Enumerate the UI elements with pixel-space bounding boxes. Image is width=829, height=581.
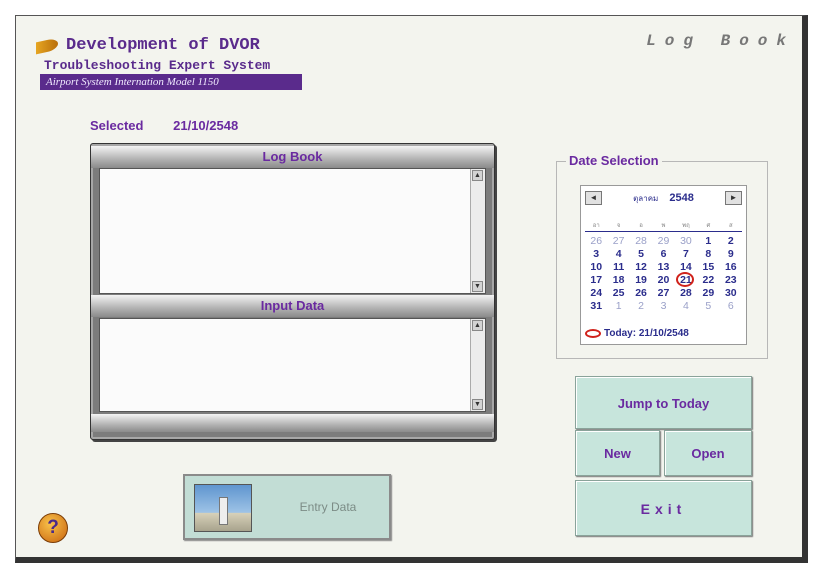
month-year-label: ตุลาคม 2548 [633, 192, 694, 205]
calendar-day[interactable]: 6 [720, 300, 742, 313]
calendar-day[interactable]: 15 [697, 261, 719, 274]
calendar-day[interactable]: 28 [630, 235, 652, 248]
calendar-day[interactable]: 31 [585, 300, 607, 313]
today-marker-icon [585, 329, 601, 338]
calendar-day[interactable]: 13 [652, 261, 674, 274]
calendar-day[interactable]: 19 [630, 274, 652, 287]
calendar-day[interactable]: 3 [585, 248, 607, 261]
date-selection-legend: Date Selection [566, 153, 662, 168]
calendar-day[interactable]: 18 [607, 274, 629, 287]
month-name: ตุลาคม [633, 193, 659, 203]
panel-footer-bar [91, 414, 494, 432]
calendar-day[interactable]: 2 [720, 235, 742, 248]
weekday-label: จ [616, 223, 621, 229]
calendar-day[interactable]: 22 [697, 274, 719, 287]
calendar-day[interactable]: 7 [675, 248, 697, 261]
calendar-day[interactable]: 21 [675, 272, 697, 287]
scroll-down-arrow-icon[interactable]: ▼ [472, 399, 483, 410]
weekday-label: ส [728, 223, 733, 229]
calendar-day[interactable]: 26 [585, 235, 607, 248]
weekday-header: อา จ อ พ พฤ ศ ส [585, 222, 742, 232]
scroll-up-arrow-icon[interactable]: ▲ [472, 320, 483, 331]
calendar-day[interactable]: 6 [652, 248, 674, 261]
log-panel: Log Book ▲ ▼ Input Data ▲ ▼ [90, 143, 495, 440]
help-icon[interactable]: ? [38, 513, 68, 543]
calendar-day[interactable]: 16 [720, 261, 742, 274]
calendar-day[interactable]: 23 [720, 274, 742, 287]
input-data-textarea[interactable]: ▲ ▼ [99, 318, 486, 412]
calendar-day[interactable]: 25 [607, 287, 629, 300]
calendar-day[interactable]: 4 [675, 300, 697, 313]
calendar-day[interactable]: 2 [630, 300, 652, 313]
log-book-scrollbar[interactable]: ▲ ▼ [470, 169, 485, 293]
weekday-label: พ [661, 223, 666, 229]
jump-to-today-button[interactable]: Jump to Today [575, 376, 752, 429]
weekday-label: อ [639, 223, 643, 229]
selected-label: Selected [90, 118, 144, 133]
weekday-label: พฤ [682, 223, 690, 229]
log-book-header: Log Book [91, 146, 494, 168]
calendar-day[interactable]: 30 [675, 235, 697, 248]
new-button[interactable]: New [575, 430, 660, 476]
input-data-scrollbar[interactable]: ▲ ▼ [470, 319, 485, 411]
selected-date: Selected 21/10/2548 [90, 118, 238, 133]
tower-icon [219, 497, 228, 525]
calendar-day[interactable]: 5 [697, 300, 719, 313]
exit-button[interactable]: Exit [575, 480, 752, 536]
entry-data-label: Entry Data [299, 500, 357, 514]
selected-value: 21/10/2548 [173, 118, 239, 133]
title-row: Development of DVOR [36, 36, 260, 55]
calendar-day[interactable]: 26 [630, 287, 652, 300]
calendar-day[interactable]: 30 [720, 287, 742, 300]
calendar-day[interactable]: 24 [585, 287, 607, 300]
calendar-day[interactable]: 3 [652, 300, 674, 313]
calendar-day[interactable]: 20 [652, 274, 674, 287]
today-link[interactable]: Today: 21/10/2548 [585, 328, 689, 339]
calendar-day[interactable]: 29 [652, 235, 674, 248]
calendar-day[interactable]: 17 [585, 274, 607, 287]
weekday-label: อา [592, 223, 600, 229]
calendar-day[interactable]: 27 [652, 287, 674, 300]
prev-month-button[interactable]: ◄ [585, 191, 602, 205]
calendar-day[interactable]: 10 [585, 261, 607, 274]
calendar-day[interactable]: 1 [697, 235, 719, 248]
calendar-day[interactable]: 9 [720, 248, 742, 261]
dvor-station-thumbnail [194, 484, 252, 532]
scroll-down-arrow-icon[interactable]: ▼ [472, 281, 483, 292]
app-subtitle: Troubleshooting Expert System [44, 58, 271, 73]
weekday-label: ศ [706, 223, 711, 229]
calendar-day[interactable]: 4 [607, 248, 629, 261]
app-title: Development of DVOR [66, 36, 260, 55]
entry-data-button[interactable]: Entry Data [183, 474, 391, 540]
calendar[interactable]: ◄ ตุลาคม 2548 ► อาจอพพฤศส 26 27 28 29 30 1 2 3 4… [580, 185, 747, 345]
calendar-day[interactable]: 12 [630, 261, 652, 274]
scroll-up-arrow-icon[interactable]: ▲ [472, 170, 483, 181]
calendar-day[interactable]: 28 [675, 287, 697, 300]
calendar-day-grid: 26 27 28 29 30 1 2 3 4 5 6 7 8 9 10 11 12 13 14 15 16 17 18 19 2… [585, 235, 742, 313]
year-value: 2548 [669, 191, 694, 204]
open-button[interactable]: Open [664, 430, 752, 476]
calendar-day[interactable]: 1 [607, 300, 629, 313]
calendar-day[interactable]: 11 [607, 261, 629, 274]
next-month-button[interactable]: ► [724, 191, 742, 205]
calendar-day[interactable]: 5 [630, 248, 652, 261]
horn-icon [36, 37, 58, 54]
calendar-day[interactable]: 8 [697, 248, 719, 261]
model-band: Airport System Internation Model 1150 [40, 74, 302, 90]
calendar-day[interactable]: 29 [697, 287, 719, 300]
input-data-header: Input Data [91, 295, 494, 317]
log-book-textarea[interactable]: ▲ ▼ [99, 168, 486, 294]
calendar-day[interactable]: 27 [607, 235, 629, 248]
calendar-header: ◄ ตุลาคม 2548 ► [581, 186, 746, 210]
logbook-heading: Log Book [646, 32, 795, 50]
today-text: Today: 21/10/2548 [604, 328, 689, 339]
